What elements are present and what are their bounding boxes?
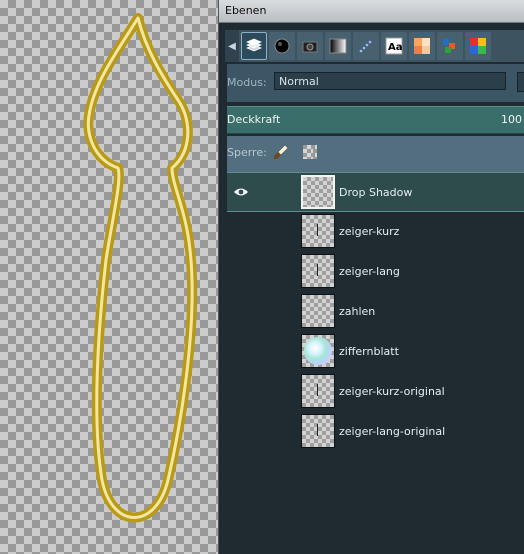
- layer-row[interactable]: zahlen: [227, 292, 524, 332]
- layer-thumbnail: [301, 214, 335, 248]
- lock-alpha-checker-icon[interactable]: [303, 145, 317, 159]
- layer-row[interactable]: zeiger-kurz-original: [227, 372, 524, 412]
- mode-extra-button[interactable]: [517, 72, 524, 92]
- layer-row[interactable]: Drop Shadow: [227, 172, 524, 212]
- tab-layers[interactable]: [241, 32, 267, 60]
- eye-visibility-icon[interactable]: [233, 186, 249, 198]
- svg-text:Aa: Aa: [388, 42, 403, 53]
- layer-row[interactable]: zeiger-lang: [227, 252, 524, 292]
- tab-palettes[interactable]: [409, 32, 435, 60]
- dial-thumb-image: [304, 337, 332, 365]
- layer-name: ziffernblatt: [339, 345, 399, 358]
- gradient-icon: [329, 38, 347, 54]
- layer-name: zeiger-kurz-original: [339, 385, 445, 398]
- opacity-slider[interactable]: Deckkraft 100: [227, 106, 524, 134]
- tab-colormap[interactable]: [465, 32, 491, 60]
- mode-select[interactable]: Normal: [274, 72, 506, 90]
- tab-dynamics[interactable]: [353, 32, 379, 60]
- image-canvas[interactable]: [0, 0, 218, 554]
- color-grid-icon: [470, 38, 486, 54]
- layer-row[interactable]: ziffernblatt: [227, 332, 524, 372]
- dock-tab-bar: ◀ Aa: [225, 30, 524, 62]
- dock-title: Ebenen: [219, 0, 524, 23]
- tab-channels[interactable]: [269, 32, 295, 60]
- layer-name: zeiger-lang-original: [339, 425, 446, 438]
- layer-thumbnail: [301, 294, 335, 328]
- camera-icon: [302, 41, 318, 53]
- tab-scroll-left-icon[interactable]: ◀: [225, 30, 239, 62]
- layer-thumbnail: [301, 334, 335, 368]
- font-icon: Aa: [385, 37, 403, 55]
- layer-row[interactable]: zeiger-kurz: [227, 212, 524, 252]
- layer-name: zeiger-kurz: [339, 225, 400, 238]
- layers-icon: [245, 38, 263, 52]
- layer-thumbnail: [301, 414, 335, 448]
- layer-name: zeiger-lang: [339, 265, 400, 278]
- hand-thumb-line: [317, 424, 318, 436]
- brush-tools-icon: [443, 39, 455, 53]
- layer-thumbnail: [301, 254, 335, 288]
- layer-list: Drop Shadow zeiger-kurz zeiger-lang zahl…: [227, 172, 524, 452]
- layer-thumbnail: [301, 175, 335, 209]
- mode-row: Modus: Normal: [227, 64, 524, 102]
- hand-thumb-line: [317, 264, 318, 276]
- palette-icon: [414, 38, 430, 54]
- tab-patterns[interactable]: [437, 32, 463, 60]
- opacity-label: Deckkraft: [227, 113, 281, 126]
- lock-pixels-brush-icon[interactable]: [273, 144, 289, 160]
- lock-row: Sperre:: [227, 136, 524, 172]
- layer-name: Drop Shadow: [339, 186, 413, 199]
- clock-hand-outline: [83, 13, 198, 523]
- layer-thumbnail: [301, 374, 335, 408]
- mode-label: Modus:: [227, 76, 267, 89]
- hand-thumb-line: [317, 384, 318, 396]
- layer-name: zahlen: [339, 305, 376, 318]
- tab-gradient[interactable]: [325, 32, 351, 60]
- opacity-value: 100: [501, 113, 522, 126]
- dotted-path-icon: [359, 40, 372, 53]
- tab-fonts[interactable]: Aa: [381, 32, 407, 60]
- channels-icon: [274, 38, 290, 54]
- layer-row[interactable]: zeiger-lang-original: [227, 412, 524, 452]
- hand-thumb-line: [317, 224, 318, 236]
- tab-paths[interactable]: [297, 32, 323, 60]
- lock-label: Sperre:: [227, 146, 267, 159]
